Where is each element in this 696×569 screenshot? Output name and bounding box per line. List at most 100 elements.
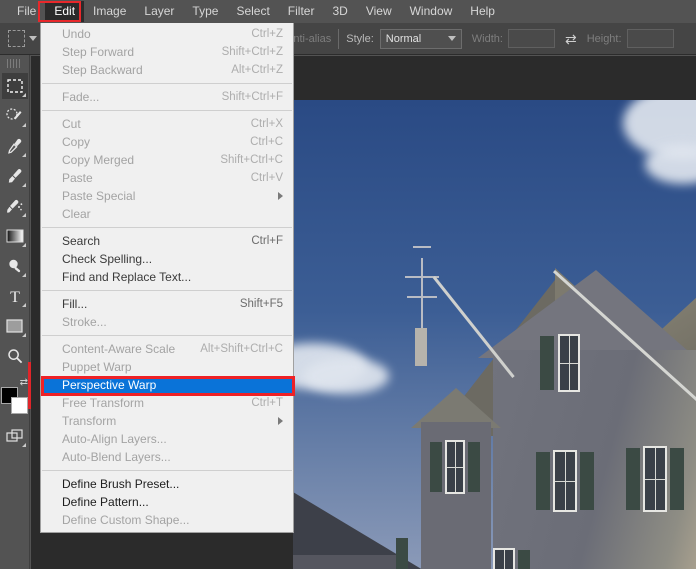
menu-separator <box>42 290 292 291</box>
menu-item-type[interactable]: Type <box>183 1 227 22</box>
shutter <box>396 538 408 569</box>
screen-mode-icon[interactable] <box>2 423 28 449</box>
menu-entry-wrapper: Clear <box>41 205 293 223</box>
photoshop-window: File Edit Image Layer Type Select Filter 3D View… <box>0 0 696 569</box>
brush-tool[interactable] <box>2 163 28 189</box>
menu-item-window[interactable]: Window <box>401 1 462 22</box>
menu-item-label: Undo <box>62 27 91 41</box>
shutter <box>580 452 594 510</box>
svg-text:T: T <box>10 289 20 304</box>
annotation-edge-strip <box>28 362 31 409</box>
color-swatches[interactable]: ⇄ <box>0 377 30 417</box>
menu-item-label: Auto-Align Layers... <box>62 432 167 446</box>
menu-item-shortcut: Ctrl+F <box>251 235 283 247</box>
panel-drag-grip[interactable] <box>7 59 22 68</box>
style-select[interactable]: Normal <box>379 28 462 49</box>
menu-item-auto-align-layers: Auto-Align Layers... <box>41 430 293 448</box>
background-color-swatch[interactable] <box>11 397 28 414</box>
menu-item-label: Paste <box>62 171 93 185</box>
style-select-value: Normal <box>385 32 422 45</box>
menu-item-label: Paste Special <box>62 189 136 203</box>
shutter <box>468 442 480 492</box>
dodge-tool[interactable] <box>2 253 28 279</box>
window-dormer <box>445 440 465 494</box>
menu-item-shortcut: Ctrl+T <box>251 397 283 409</box>
shutter <box>670 448 684 510</box>
window-upper-mid <box>553 450 577 512</box>
menu-item-view[interactable]: View <box>357 1 401 22</box>
menu-entry-wrapper: Undo Ctrl+Z <box>41 25 293 43</box>
menu-item-label: Transform <box>62 414 117 428</box>
quick-selection-tool[interactable] <box>2 103 28 129</box>
menu-entry-wrapper: Fade... Shift+Ctrl+F <box>41 88 293 106</box>
menu-item-fill[interactable]: Fill... Shift+F5 <box>41 295 293 313</box>
menu-item-fade: Fade... Shift+Ctrl+F <box>41 88 293 106</box>
chimney <box>415 328 427 366</box>
tools-panel: T ⇄ <box>0 55 30 569</box>
menu-item-label: Stroke... <box>62 315 107 329</box>
rectangle-tool[interactable] <box>2 313 28 339</box>
edit-dropdown-menu[interactable]: Undo Ctrl+Z Step Forward Shift+Ctrl+Z Step B… <box>40 23 295 533</box>
shutter <box>430 442 442 492</box>
menu-item-step-forward: Step Forward Shift+Ctrl+Z <box>41 43 293 61</box>
menu-item-label: Copy <box>62 135 91 149</box>
menu-item-image[interactable]: Image <box>84 1 135 22</box>
height-input[interactable] <box>626 29 674 48</box>
menu-item-step-backward: Step Backward Alt+Ctrl+Z <box>41 61 293 79</box>
menu-item-3d[interactable]: 3D <box>323 1 356 22</box>
menu-separator <box>42 335 292 336</box>
menu-item-paste-special: Paste Special <box>41 187 293 205</box>
menu-item-stroke: Stroke... <box>41 313 293 331</box>
menu-entry-wrapper: Define Brush Preset... <box>41 475 293 493</box>
menu-item-check-spelling[interactable]: Check Spelling... <box>41 250 293 268</box>
menu-item-shortcut: Shift+Ctrl+F <box>221 91 283 103</box>
cloud-left-2 <box>303 358 389 394</box>
menu-separator <box>42 110 292 111</box>
menu-item-help[interactable]: Help <box>461 1 504 22</box>
menu-item-file[interactable]: File <box>8 1 45 22</box>
menu-entry-wrapper: Copy Ctrl+C <box>41 133 293 151</box>
zoom-tool[interactable] <box>2 343 28 369</box>
menu-item-label: Search <box>62 234 101 248</box>
menu-item-perspective-warp[interactable]: Perspective Warp <box>41 376 293 394</box>
menu-entry-wrapper: Auto-Blend Layers... <box>41 448 293 466</box>
menu-entry-wrapper: Stroke... <box>41 313 293 331</box>
menu-item-define-brush-preset[interactable]: Define Brush Preset... <box>41 475 293 493</box>
submenu-arrow-icon <box>278 417 283 425</box>
height-label: Height: <box>586 32 622 45</box>
gradient-tool[interactable] <box>2 223 28 249</box>
menu-item-search[interactable]: Search Ctrl+F <box>41 232 293 250</box>
menu-item-filter[interactable]: Filter <box>279 1 324 22</box>
eyedropper-tool[interactable] <box>2 133 28 159</box>
rectangular-marquee-tool[interactable] <box>1 73 28 99</box>
menu-entry-wrapper: Step Backward Alt+Ctrl+Z <box>41 61 293 79</box>
window-gable <box>558 334 580 392</box>
menu-entry-wrapper: Fill... Shift+F5 <box>41 295 293 313</box>
menu-item-layer[interactable]: Layer <box>135 1 183 22</box>
menu-item-shortcut: Alt+Shift+Ctrl+C <box>200 343 283 355</box>
menu-entry-wrapper: Paste Ctrl+V <box>41 169 293 187</box>
menu-item-puppet-warp: Puppet Warp <box>41 358 293 376</box>
menu-item-label: Define Custom Shape... <box>62 513 190 527</box>
photo-image <box>293 100 696 569</box>
menu-item-define-pattern[interactable]: Define Pattern... <box>41 493 293 511</box>
menu-item-edit[interactable]: Edit <box>45 1 85 22</box>
menu-item-label: Auto-Blend Layers... <box>62 450 171 464</box>
menu-item-content-aware-scale: Content-Aware Scale Alt+Shift+Ctrl+C <box>41 340 293 358</box>
menu-item-free-transform: Free Transform Ctrl+T <box>41 394 293 412</box>
tool-preset-picker[interactable] <box>0 30 43 47</box>
menu-item-select[interactable]: Select <box>227 1 278 22</box>
window-lower <box>493 548 515 569</box>
menu-item-find-and-replace-text[interactable]: Find and Replace Text... <box>41 268 293 286</box>
menu-item-label: Copy Merged <box>62 153 135 167</box>
swap-colors-icon[interactable]: ⇄ <box>20 377 28 388</box>
shutter <box>518 550 530 569</box>
width-input[interactable] <box>507 29 555 48</box>
menu-bar: File Edit Image Layer Type Select Filter 3D View… <box>0 0 696 23</box>
swap-dimensions-icon[interactable]: ⇄ <box>565 32 577 46</box>
menu-item-shortcut: Shift+F5 <box>239 298 283 310</box>
spot-healing-brush-tool[interactable] <box>2 193 28 219</box>
chevron-down-icon[interactable] <box>29 36 37 41</box>
menu-item-shortcut: Ctrl+V <box>250 172 283 184</box>
horizontal-type-tool[interactable]: T <box>2 283 28 309</box>
